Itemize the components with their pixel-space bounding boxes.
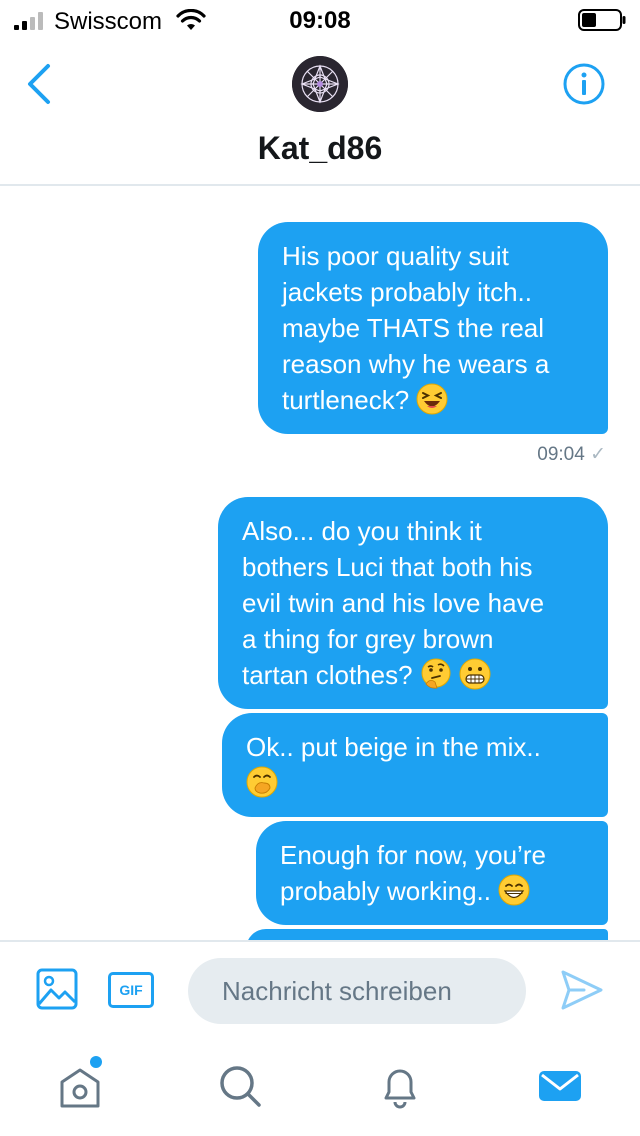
grimacing-emoji-icon [459, 658, 491, 690]
hand-over-mouth-emoji-icon [246, 766, 278, 798]
message-line: maybe THATS the real [282, 313, 545, 343]
message-line: bothers Luci that both his [242, 552, 533, 582]
message-line: His poor quality suit [282, 241, 509, 271]
message-timestamp: 09:04 ✓ [537, 444, 606, 465]
laughing-squint-emoji-icon [416, 383, 448, 415]
message-list[interactable]: His poor quality suit jackets probably i… [0, 188, 640, 940]
message-line: Also... do you think it [242, 516, 482, 546]
message-bubble[interactable]: His poor quality suit jackets probably i… [258, 222, 608, 434]
gif-button[interactable]: GIF [108, 972, 154, 1008]
unread-dot [90, 1056, 102, 1068]
info-icon[interactable] [562, 62, 606, 106]
message-line: a thing for grey brown [242, 624, 494, 654]
conversation-username: Kat_d86 [257, 130, 383, 166]
message-bubble[interactable]: Enough for now, you’re probably working.… [256, 821, 608, 925]
message-composer: GIF [0, 940, 640, 1036]
message-input[interactable] [188, 958, 526, 1024]
bottom-tab-bar [0, 1036, 640, 1136]
image-icon[interactable] [36, 968, 78, 1010]
battery-icon [578, 9, 626, 31]
bell-icon[interactable] [376, 1062, 424, 1110]
message-line: reason why he wears a [282, 349, 550, 379]
status-time: 09:08 [289, 7, 351, 34]
message-line: Enough for now, you’re [280, 840, 546, 870]
avatar[interactable] [292, 56, 348, 112]
grinning-emoji-icon [498, 874, 530, 906]
message-line: turtleneck? [282, 385, 410, 415]
message-bubble[interactable]: Ok.. put beige in the mix.. [222, 713, 608, 817]
search-icon[interactable] [216, 1062, 264, 1110]
back-chevron-icon[interactable] [22, 62, 56, 106]
message-line: tartan clothes? [242, 660, 413, 690]
avatar-image [292, 56, 348, 112]
sent-check-icon: ✓ [590, 444, 606, 465]
message-line: jackets probably itch.. [282, 277, 533, 307]
send-icon[interactable] [560, 968, 604, 1012]
message-line: probably working.. [280, 876, 491, 906]
mail-icon[interactable] [536, 1062, 584, 1110]
home-icon[interactable] [56, 1062, 104, 1110]
message-bubble[interactable]: Also... do you think it bothers Luci tha… [218, 497, 608, 709]
thinking-emoji-icon [421, 658, 451, 689]
conversation-header: Kat_d86 [0, 40, 640, 186]
status-bar: Swisscom 09:08 [0, 0, 640, 40]
message-bubble-partial[interactable] [246, 929, 608, 940]
message-line: evil twin and his love have [242, 588, 545, 618]
message-line: Ok.. put beige in the mix.. [246, 732, 541, 762]
